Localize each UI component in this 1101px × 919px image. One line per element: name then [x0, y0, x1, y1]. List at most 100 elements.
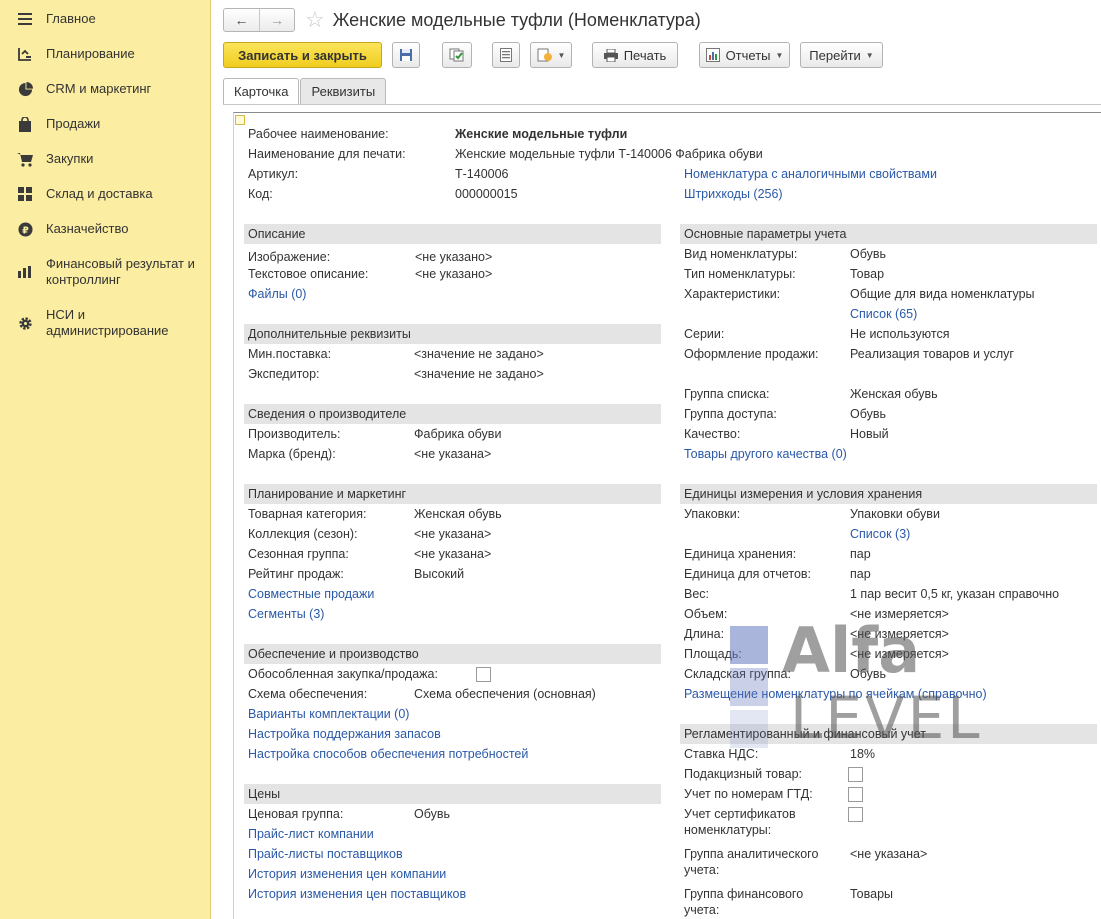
- series-label: Серии:: [684, 327, 725, 341]
- characteristics-value[interactable]: Общие для вида номенклатуры: [850, 286, 1035, 302]
- collection-value[interactable]: <не указана>: [414, 526, 491, 542]
- gear-icon: [16, 315, 34, 331]
- work-name-value[interactable]: Женские модельные туфли: [455, 126, 627, 142]
- access-group-value[interactable]: Обувь: [850, 406, 886, 422]
- price-group-value[interactable]: Обувь: [414, 806, 450, 822]
- post-button[interactable]: [442, 42, 472, 68]
- save-button[interactable]: [392, 42, 420, 68]
- sale-registration-value[interactable]: Реализация товаров и услуг: [850, 346, 1014, 362]
- similar-items-link[interactable]: Номенклатура с аналогичными свойствами: [684, 166, 937, 182]
- certificates-checkbox[interactable]: [848, 807, 863, 822]
- report-unit-value[interactable]: пар: [850, 566, 871, 582]
- certificates-label-cont: номенклатуры:: [684, 823, 772, 837]
- article-label: Артикул:: [248, 167, 299, 181]
- back-button[interactable]: ←: [224, 9, 259, 31]
- files-link[interactable]: Файлы (0): [248, 286, 306, 302]
- article-value[interactable]: Т-140006: [455, 166, 509, 182]
- packages-label: Упаковки:: [684, 507, 741, 521]
- goto-button[interactable]: Перейти ▼: [800, 42, 883, 68]
- sidebar-item-main[interactable]: Главное: [0, 11, 104, 27]
- forwarder-value[interactable]: <значение не задано>: [414, 366, 544, 382]
- reports-button[interactable]: Отчеты ▼: [699, 42, 790, 68]
- save-and-close-button[interactable]: Записать и закрыть: [223, 42, 382, 68]
- gtd-checkbox[interactable]: [848, 787, 863, 802]
- financial-group-label: Группа финансового: [684, 887, 804, 901]
- section-title: Описание: [248, 227, 306, 241]
- sidebar-item-sales[interactable]: Продажи: [0, 116, 108, 132]
- section-title: Обеспечение и производство: [248, 647, 419, 661]
- financial-group-value[interactable]: Товары: [850, 886, 893, 902]
- joint-sales-link[interactable]: Совместные продажи: [248, 586, 374, 602]
- excise-checkbox[interactable]: [848, 767, 863, 782]
- pie-chart-icon: [16, 81, 34, 97]
- sidebar-item-treasury[interactable]: ₽ Казначейство: [0, 221, 136, 237]
- section-title: Основные параметры учета: [684, 227, 847, 241]
- section-accounting-params: Основные параметры учета: [680, 224, 1097, 244]
- volume-value[interactable]: <не измеряется>: [850, 606, 949, 622]
- other-quality-link[interactable]: Товары другого качества (0): [684, 446, 847, 462]
- item-kind-value[interactable]: Обувь: [850, 246, 886, 262]
- packages-list-link[interactable]: Список (3): [850, 526, 910, 542]
- brand-value[interactable]: <не указана>: [414, 446, 491, 462]
- section-supply: Обеспечение и производство: [244, 644, 661, 664]
- sales-rating-value[interactable]: Высокий: [414, 566, 464, 582]
- cell-placement-link[interactable]: Размещение номенклатуры по ячейкам (спра…: [684, 686, 987, 702]
- sidebar-item-label: Планирование: [46, 46, 135, 61]
- separate-purchase-checkbox[interactable]: [476, 667, 491, 682]
- work-name-label: Рабочее наименование:: [248, 127, 389, 141]
- weight-value[interactable]: 1 пар весит 0,5 кг, указан справочно: [850, 586, 1059, 602]
- storage-unit-value[interactable]: пар: [850, 546, 871, 562]
- financial-group-label-cont: учета:: [684, 903, 720, 917]
- quality-label: Качество:: [684, 427, 741, 441]
- image-value[interactable]: <не указано>: [415, 249, 492, 265]
- warehouse-group-value[interactable]: Обувь: [850, 666, 886, 682]
- supply-scheme-value[interactable]: Схема обеспечения (основная): [414, 686, 596, 702]
- excise-label: Подакцизный товар:: [684, 767, 803, 781]
- sidebar-item-purchases[interactable]: Закупки: [0, 151, 101, 167]
- manufacturer-value[interactable]: Фабрика обуви: [414, 426, 501, 442]
- season-group-value[interactable]: <не указана>: [414, 546, 491, 562]
- sidebar-item-planning[interactable]: Планирование: [0, 46, 143, 62]
- print-name-value[interactable]: Женские модельные туфли Т-140006 Фабрика…: [455, 146, 763, 162]
- barcodes-link[interactable]: Штрихкоды (256): [684, 186, 783, 202]
- characteristics-list-link[interactable]: Список (65): [850, 306, 917, 322]
- sidebar-item-finance[interactable]: Финансовый результат и контроллинг: [0, 256, 214, 288]
- favorite-star-icon[interactable]: ☆: [305, 9, 325, 31]
- category-value[interactable]: Женская обувь: [414, 506, 502, 522]
- code-value[interactable]: 000000015: [455, 186, 518, 202]
- print-button[interactable]: Печать: [592, 42, 678, 68]
- quality-value[interactable]: Новый: [850, 426, 889, 442]
- length-value[interactable]: <не измеряется>: [850, 626, 949, 642]
- separate-purchase-label: Обособленная закупка/продажа:: [248, 667, 438, 681]
- list-group-value[interactable]: Женская обувь: [850, 386, 938, 402]
- min-supply-value[interactable]: <значение не задано>: [414, 346, 544, 362]
- sidebar-item-warehouse[interactable]: Склад и доставка: [0, 186, 161, 202]
- sidebar-item-label: Продажи: [46, 116, 101, 131]
- supplier-price-lists-link[interactable]: Прайс-листы поставщиков: [248, 846, 403, 862]
- sidebar-item-label: Казначейство: [46, 221, 129, 236]
- tab-card[interactable]: Карточка: [223, 78, 300, 104]
- company-price-list-link[interactable]: Прайс-лист компании: [248, 826, 374, 842]
- sidebar-item-admin[interactable]: НСИ и администрирование: [0, 307, 214, 339]
- packages-value[interactable]: Упаковки обуви: [850, 506, 940, 522]
- company-price-history-link[interactable]: История изменения цен компании: [248, 866, 446, 882]
- list-button[interactable]: [492, 42, 520, 68]
- analytic-group-value[interactable]: <не указана>: [850, 846, 927, 862]
- item-type-value[interactable]: Товар: [850, 266, 884, 282]
- area-value[interactable]: <не измеряется>: [850, 646, 949, 662]
- tab-divider: [223, 104, 1101, 105]
- sidebar-item-crm[interactable]: CRM и маркетинг: [0, 81, 159, 97]
- length-label: Длина:: [684, 627, 725, 641]
- create-based-on-button[interactable]: ▼: [530, 42, 572, 68]
- stock-settings-link[interactable]: Настройка поддержания запасов: [248, 726, 441, 742]
- vat-value[interactable]: 18%: [850, 746, 875, 762]
- supplier-price-history-link[interactable]: История изменения цен поставщиков: [248, 886, 466, 902]
- series-value[interactable]: Не используются: [850, 326, 949, 342]
- text-description-value[interactable]: <не указано>: [415, 266, 492, 282]
- tab-requisites[interactable]: Реквизиты: [300, 78, 387, 104]
- segments-link[interactable]: Сегменты (3): [248, 606, 324, 622]
- supply-methods-link[interactable]: Настройка способов обеспечения потребнос…: [248, 746, 528, 762]
- kits-link[interactable]: Варианты комплектации (0): [248, 706, 409, 722]
- forward-button[interactable]: →: [259, 9, 294, 31]
- section-title: Планирование и маркетинг: [248, 487, 407, 501]
